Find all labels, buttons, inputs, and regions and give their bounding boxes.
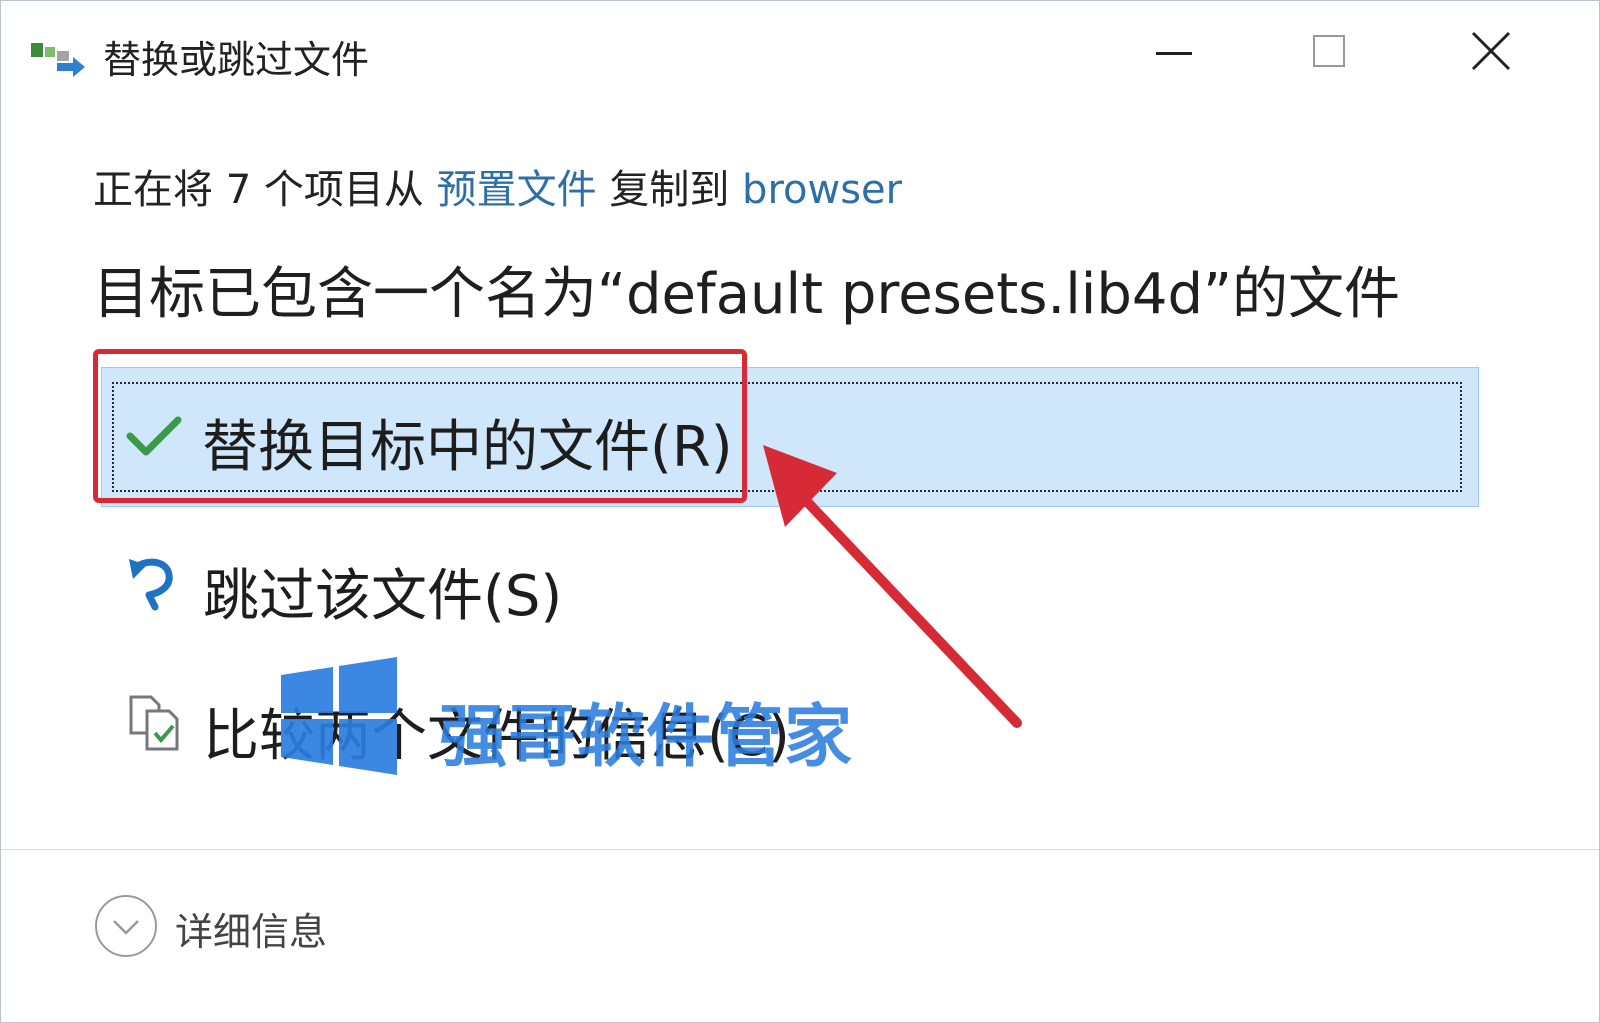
source-folder-link[interactable]: 预置文件 [437, 167, 597, 213]
title-bar: 替换或跳过文件 [1, 1, 1599, 109]
skip-file-label: 跳过该文件(S) [203, 564, 563, 629]
details-label: 详细信息 [175, 910, 328, 954]
watermark-text: 强哥软件管家 [439, 698, 854, 777]
chevron-down-icon [93, 893, 159, 963]
copy-status-middle: 复制到 [609, 167, 730, 213]
skip-arrow-icon [125, 555, 181, 615]
copy-status: 正在将 7 个项目从 预置文件 复制到 browser [93, 157, 902, 215]
destination-folder-link[interactable]: browser [742, 167, 902, 213]
windows-logo-icon [281, 657, 401, 781]
close-button[interactable] [1471, 23, 1561, 83]
file-move-icon [31, 39, 87, 79]
window-title: 替换或跳过文件 [103, 38, 370, 82]
replace-skip-dialog: 替换或跳过文件 正在将 7 个项目从 预置文件 复制到 browser 目标已包… [0, 0, 1600, 1023]
annotation-highlight-box [93, 349, 747, 503]
conflict-message: 目标已包含一个名为“default presets.lib4d”的文件 [93, 262, 1401, 327]
maximize-button[interactable] [1311, 23, 1401, 83]
copy-status-prefix: 正在将 7 个项目从 [93, 167, 424, 213]
footer-divider [1, 849, 1599, 850]
compare-files-icon [127, 693, 183, 757]
minimize-button[interactable] [1151, 23, 1241, 83]
